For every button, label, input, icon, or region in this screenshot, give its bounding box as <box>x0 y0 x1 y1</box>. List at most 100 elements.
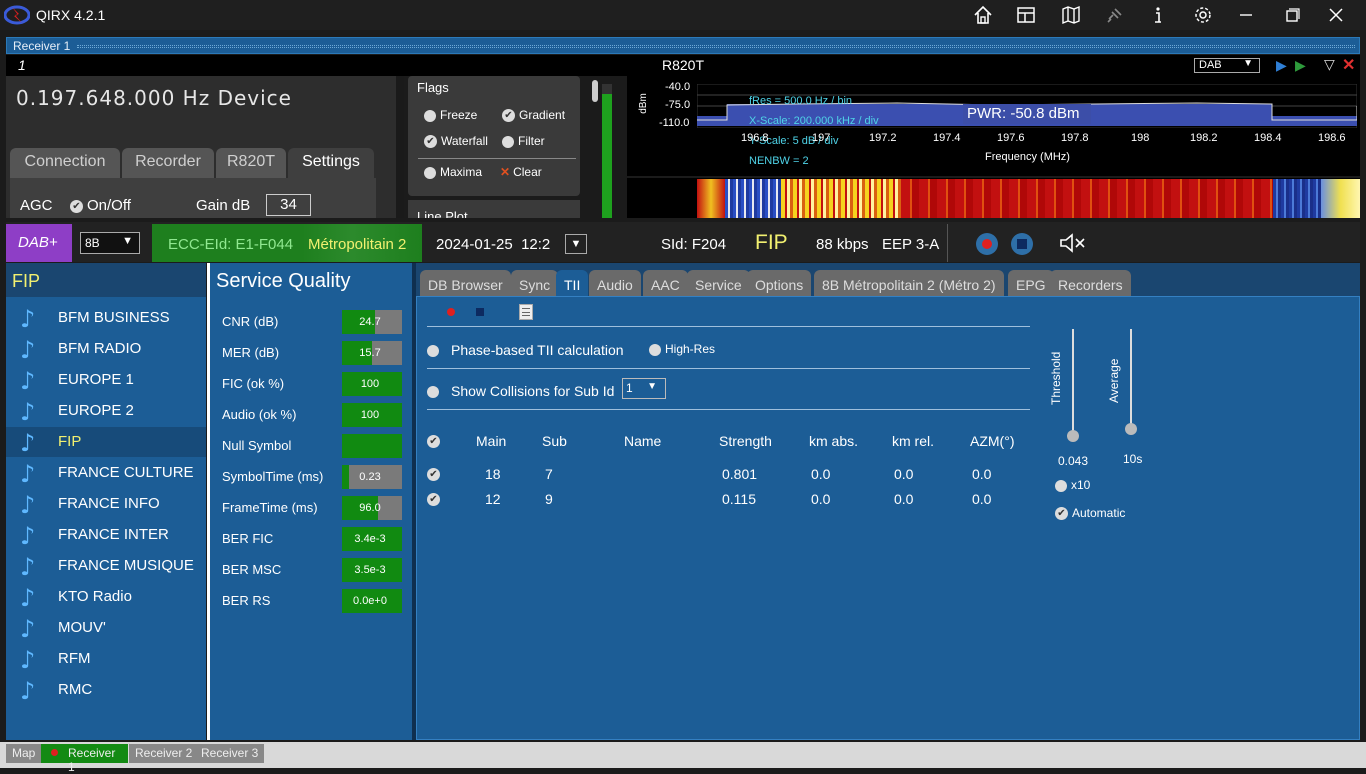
agc-toggle[interactable]: ✔ On/Off <box>70 197 131 214</box>
quality-row: BER FIC 3.4e-3 <box>210 525 410 551</box>
tab-audio[interactable]: Audio <box>589 270 641 296</box>
tab-db-browser[interactable]: DB Browser <box>420 270 511 296</box>
stop-button[interactable] <box>1011 233 1033 255</box>
service-list-item[interactable]: ♪ BFM BUSINESS <box>6 303 206 333</box>
tab-connection[interactable]: Connection <box>10 148 120 178</box>
tab-receiver-1[interactable]: Receiver 1 <box>41 744 128 774</box>
collapse-icon[interactable]: ▽ <box>1324 56 1335 73</box>
automatic-option[interactable]: ✔ Automatic <box>1055 506 1125 521</box>
gradient-option[interactable]: ✔ Gradient <box>502 108 565 123</box>
check-icon: ✔ <box>427 493 440 507</box>
close-receiver-icon[interactable]: ✕ <box>1342 55 1355 75</box>
service-list-item[interactable]: ♪ KTO Radio <box>6 582 206 612</box>
tab-settings[interactable]: Settings <box>288 148 374 178</box>
quality-bar: 3.4e-3 <box>342 527 402 551</box>
service-list-item[interactable]: ♪ FRANCE INTER <box>6 520 206 550</box>
settings-gear-icon[interactable] <box>1192 4 1214 26</box>
tab-service[interactable]: Service <box>687 270 750 296</box>
tab-recorder[interactable]: Recorder <box>122 148 214 178</box>
waterfall-option[interactable]: ✔ Waterfall <box>424 134 488 149</box>
service-list-item[interactable]: ♪ FRANCE CULTURE <box>6 458 206 488</box>
tab-r820t[interactable]: R820T <box>216 148 286 178</box>
layout-icon[interactable] <box>1015 4 1037 26</box>
phase-tii-option[interactable]: Phase-based TII calculation <box>427 342 624 358</box>
column-header-strength[interactable]: Strength <box>719 433 772 449</box>
tii-cell-kmrel: 0.0 <box>894 466 914 482</box>
tab-map[interactable]: Map <box>6 744 42 763</box>
info-icon[interactable] <box>1147 4 1169 26</box>
mute-icon[interactable] <box>1058 231 1088 255</box>
tab-aac[interactable]: AAC <box>643 270 688 296</box>
play-next-icon[interactable]: ▶ <box>1295 57 1306 74</box>
show-collisions-option[interactable]: Show Collisions for Sub Id <box>427 383 614 399</box>
average-slider-track[interactable] <box>1130 329 1132 429</box>
play-icon[interactable]: ▶ <box>1276 57 1287 74</box>
tab-receiver-2[interactable]: Receiver 2 <box>129 744 199 763</box>
highres-option[interactable]: High-Res <box>649 342 715 356</box>
sub-id-select[interactable]: 1 ▼ <box>622 378 666 399</box>
column-header-main[interactable]: Main <box>476 433 506 449</box>
column-header-name[interactable]: Name <box>624 433 661 449</box>
ytick-label: -40.0 <box>665 81 691 93</box>
row-checkbox[interactable]: ✔ <box>427 491 444 509</box>
column-header-km-rel[interactable]: km rel. <box>892 433 934 449</box>
maxima-option[interactable]: Maxima <box>424 165 482 179</box>
tab-options[interactable]: Options <box>747 270 812 296</box>
xtick-label: 196.8 <box>741 132 769 144</box>
record-icon[interactable] <box>447 308 455 316</box>
splitter[interactable] <box>396 76 404 218</box>
tab-tii[interactable]: TII <box>556 270 589 296</box>
service-list-item[interactable]: ♪ RMC <box>6 675 206 705</box>
minimize-icon[interactable] <box>1235 4 1257 26</box>
quality-label: BER FIC <box>222 531 274 546</box>
map-icon[interactable] <box>1060 4 1082 26</box>
clear-button[interactable]: ✕ Clear <box>500 165 542 179</box>
tab-receiver-3[interactable]: Receiver 3 <box>195 744 265 763</box>
waterfall-edge <box>697 179 725 218</box>
gain-input[interactable]: 34 <box>266 194 311 216</box>
record-button[interactable] <box>976 233 998 255</box>
row-checkbox[interactable]: ✔ <box>427 466 444 484</box>
x10-option[interactable]: x10 <box>1055 478 1090 492</box>
service-list-item[interactable]: ♪ FIP <box>6 427 206 457</box>
select-all-checkbox[interactable]: ✔ <box>427 433 444 451</box>
column-header-km-abs[interactable]: km abs. <box>809 433 858 449</box>
tab-sync[interactable]: Sync <box>511 270 559 296</box>
service-list-item[interactable]: ♪ EUROPE 2 <box>6 396 206 426</box>
mode-select[interactable]: DAB ▼ <box>1194 58 1260 73</box>
tab-epg[interactable]: EPG <box>1008 270 1054 296</box>
flags-scrollbar[interactable] <box>592 80 598 102</box>
close-icon[interactable] <box>1325 4 1347 26</box>
average-slider-thumb[interactable] <box>1125 423 1137 435</box>
quality-bar: 24.7 <box>342 310 402 334</box>
service-list-item[interactable]: ♪ BFM RADIO <box>6 334 206 364</box>
column-header-azm[interactable]: AZM(°) <box>970 433 1014 449</box>
threshold-slider-track[interactable] <box>1072 329 1074 437</box>
ensemble-id: ECC-EId: E1-F044 <box>168 236 294 253</box>
quality-row: MER (dB) 15.7 <box>210 339 410 365</box>
tab-recorders[interactable]: Recorders <box>1050 270 1131 296</box>
satellite-icon[interactable] <box>1104 4 1126 26</box>
flags-title: Flags <box>417 80 449 95</box>
freeze-option[interactable]: Freeze <box>424 108 477 122</box>
quality-bar: 15.7 <box>342 341 402 365</box>
service-list-item[interactable]: ♪ FRANCE INFO <box>6 489 206 519</box>
column-header-sub[interactable]: Sub <box>542 433 567 449</box>
filter-option[interactable]: Filter <box>502 134 545 148</box>
home-icon[interactable] <box>972 4 994 26</box>
stop-icon[interactable] <box>476 308 484 316</box>
date-dropdown[interactable]: ▼ <box>565 234 587 254</box>
service-list-item[interactable]: ♪ MOUV' <box>6 613 206 643</box>
service-list-item[interactable]: ♪ EUROPE 1 <box>6 365 206 395</box>
maximize-icon[interactable] <box>1281 4 1303 26</box>
waterfall-display <box>627 178 1360 218</box>
waterfall-band <box>781 179 901 218</box>
threshold-slider-thumb[interactable] <box>1067 430 1079 442</box>
service-list-item-label: FIP <box>58 433 82 450</box>
document-icon[interactable] <box>519 304 533 320</box>
service-list-item[interactable]: ♪ FRANCE MUSIQUE <box>6 551 206 581</box>
service-list-item[interactable]: ♪ RFM <box>6 644 206 674</box>
tab-ensemble[interactable]: 8B Métropolitain 2 (Métro 2) <box>814 270 1004 296</box>
channel-select[interactable]: 8B ▼ <box>80 232 140 254</box>
xtick-label: 198.4 <box>1254 132 1282 144</box>
